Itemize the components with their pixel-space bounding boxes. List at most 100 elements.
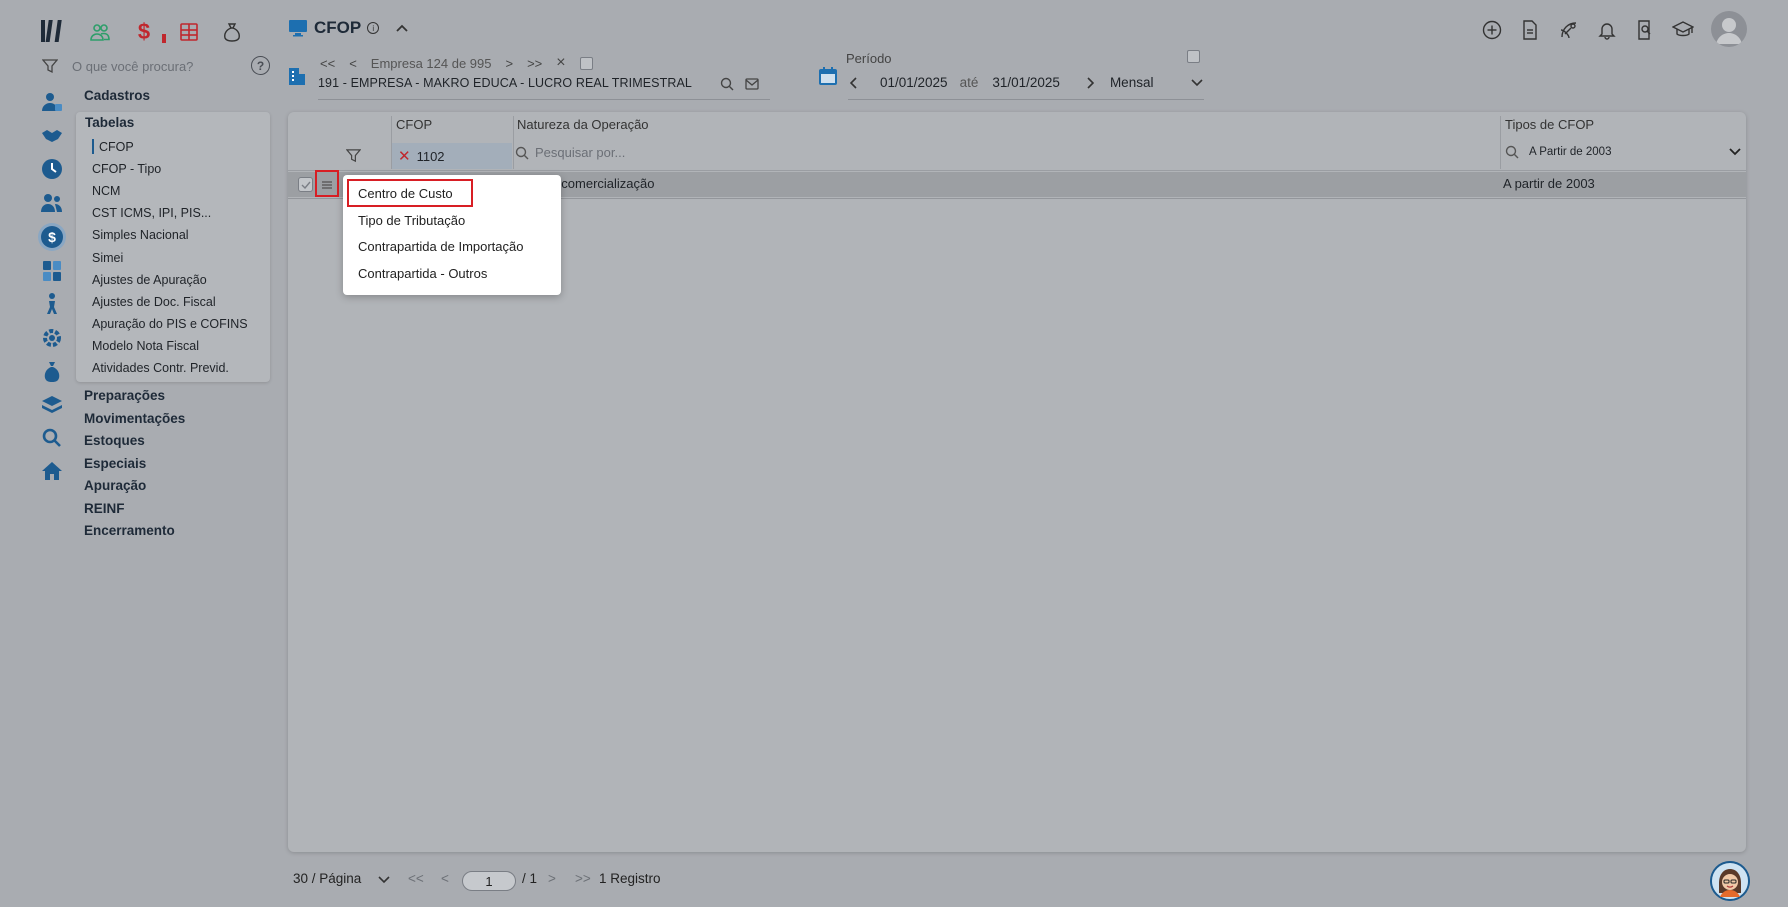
submenu-item-modelo-nota-fiscal[interactable]: Modelo Nota Fiscal	[92, 339, 199, 353]
page-first-button[interactable]: <<	[408, 871, 424, 886]
submenu-item-simples-nacional[interactable]: Simples Nacional	[92, 228, 189, 242]
active-indicator	[92, 139, 94, 154]
page-next-button[interactable]: >	[548, 871, 556, 886]
info-icon[interactable]: i	[367, 22, 380, 34]
gear-network-icon[interactable]	[40, 326, 64, 350]
tipo-filter[interactable]: A Partir de 2003	[1503, 145, 1741, 159]
submenu-item-ajustes-doc-fiscal[interactable]: Ajustes de Doc. Fiscal	[92, 295, 216, 309]
menu-section-movimentacoes[interactable]: Movimentações	[84, 411, 185, 426]
user-avatar-icon[interactable]	[1711, 11, 1747, 47]
company-first-button[interactable]: <<	[320, 56, 335, 71]
menu-search[interactable]: O que você procura?	[42, 56, 272, 76]
chevron-down-icon[interactable]	[1729, 148, 1741, 156]
company-next-button[interactable]: >	[505, 56, 513, 71]
column-header-natureza[interactable]: Natureza da Operação	[517, 117, 649, 132]
page-number-input[interactable]: 1	[462, 871, 516, 891]
menu-item-tipo-de-tributacao[interactable]: Tipo de Tributação	[358, 213, 465, 228]
company-checkbox[interactable]	[579, 56, 593, 70]
tipo-filter-select[interactable]: A Partir de 2003	[1529, 146, 1729, 158]
chevron-up-icon[interactable]	[395, 23, 409, 33]
periodo-mode-select[interactable]: Mensal	[1110, 75, 1154, 90]
submenu-item-cfop-tipo[interactable]: CFOP - Tipo	[92, 162, 161, 176]
company-navigator: << < Empresa 124 de 995 > >> ×	[320, 54, 593, 72]
money-bag-icon[interactable]	[40, 360, 64, 384]
chevron-down-icon[interactable]	[378, 876, 390, 884]
menu-section-apuracao[interactable]: Apuração	[84, 478, 146, 493]
periodo-prev-icon[interactable]	[850, 76, 858, 89]
clock-icon[interactable]	[40, 157, 64, 181]
column-header-tipos[interactable]: Tipos de CFOP	[1505, 117, 1594, 132]
column-header-cfop[interactable]: CFOP	[396, 117, 432, 132]
mail-icon[interactable]	[745, 78, 759, 90]
submenu-item-simei[interactable]: Simei	[92, 251, 123, 265]
red-indicator	[162, 34, 166, 43]
periodo-selector: 01/01/2025 até 31/01/2025 Mensal	[850, 75, 1204, 90]
dollar-circle-icon[interactable]: $	[40, 225, 64, 249]
cfop-filter-input[interactable]: ✕ 1102	[392, 143, 512, 169]
highlight-centro-de-custo	[347, 179, 473, 207]
people-group-icon[interactable]	[88, 20, 112, 44]
page-last-button[interactable]: >>	[575, 871, 591, 886]
natureza-filter-input[interactable]: Pesquisar por...	[535, 145, 625, 160]
menu-section-estoques[interactable]: Estoques	[84, 433, 145, 448]
submenu-item-cst[interactable]: CST ICMS, IPI, PIS...	[92, 206, 211, 220]
add-circle-icon[interactable]	[1480, 18, 1504, 42]
page-prev-button[interactable]: <	[441, 871, 449, 886]
search-icon[interactable]	[720, 77, 734, 91]
company-last-button[interactable]: >>	[527, 56, 542, 71]
record-count: 1 Registro	[599, 871, 661, 886]
dollar-icon[interactable]: $	[132, 20, 156, 44]
per-page-select[interactable]: 30 / Página	[293, 871, 361, 886]
search-icon	[1505, 145, 1519, 159]
search-input[interactable]: O que você procura?	[72, 59, 193, 74]
monitor-icon	[288, 19, 308, 37]
layers-icon[interactable]	[40, 393, 64, 417]
periodo-checkbox[interactable]	[1187, 50, 1200, 63]
natureza-filter[interactable]: Pesquisar por...	[515, 145, 625, 160]
cell-tipo: A partir de 2003	[1503, 176, 1595, 191]
clear-filter-icon[interactable]: ✕	[398, 147, 411, 165]
chevron-down-icon[interactable]	[1191, 78, 1204, 87]
menu-section-reinf[interactable]: REINF	[84, 501, 125, 516]
menu-section-preparacoes[interactable]: Preparações	[84, 388, 165, 403]
bell-icon[interactable]	[1595, 18, 1619, 42]
search-icon[interactable]	[40, 426, 64, 450]
menu-item-contrapartida-outros[interactable]: Contrapartida - Outros	[358, 266, 487, 281]
receipt-search-icon[interactable]	[1633, 18, 1657, 42]
row-checkbox[interactable]	[298, 177, 313, 192]
user-card-icon[interactable]	[40, 90, 64, 114]
submenu-item-ajustes-apuracao[interactable]: Ajustes de Apuração	[92, 273, 207, 287]
menu-section-cadastros[interactable]: Cadastros	[84, 88, 150, 103]
company-prev-button[interactable]: <	[349, 56, 357, 71]
submenu-item-cfop[interactable]: CFOP	[99, 140, 134, 154]
periodo-start-input[interactable]: 01/01/2025	[880, 75, 948, 90]
page-title: CFOP	[314, 18, 362, 37]
users-icon[interactable]	[40, 191, 64, 215]
assistant-avatar-icon[interactable]	[1710, 861, 1750, 901]
periodo-end-input[interactable]: 31/01/2025	[992, 75, 1060, 90]
search-icon	[515, 146, 529, 160]
spreadsheet-icon[interactable]	[177, 20, 201, 44]
graduation-cap-icon[interactable]	[1671, 18, 1695, 42]
handshake-icon[interactable]	[40, 124, 64, 148]
menu-item-contrapartida-importacao[interactable]: Contrapartida de Importação	[358, 239, 523, 254]
money-bag-icon[interactable]	[220, 20, 244, 44]
menu-section-especiais[interactable]: Especiais	[84, 456, 146, 471]
menu-section-tabelas[interactable]: Tabelas	[85, 115, 134, 130]
calculator-icon[interactable]	[40, 259, 64, 283]
page-total: / 1	[522, 871, 538, 886]
app-logo-icon[interactable]	[40, 18, 66, 44]
submenu-item-ncm[interactable]: NCM	[92, 184, 120, 198]
document-icon[interactable]	[1518, 18, 1542, 42]
help-icon[interactable]: ?	[251, 56, 270, 75]
person-walk-icon[interactable]	[40, 292, 64, 316]
submenu-item-apuracao-pis-cofins[interactable]: Apuração do PIS e COFINS	[92, 317, 248, 331]
periodo-next-icon[interactable]	[1086, 76, 1094, 89]
filter-icon[interactable]	[346, 148, 361, 163]
satellite-icon[interactable]	[1557, 18, 1581, 42]
menu-section-encerramento[interactable]: Encerramento	[84, 523, 175, 538]
company-close-button[interactable]: ×	[556, 54, 565, 72]
home-icon[interactable]	[40, 459, 64, 483]
submenu-item-atividades-contr-previd[interactable]: Atividades Contr. Previd.	[92, 361, 229, 375]
company-name-field[interactable]: 191 - EMPRESA - MAKRO EDUCA - LUCRO REAL…	[318, 76, 692, 90]
